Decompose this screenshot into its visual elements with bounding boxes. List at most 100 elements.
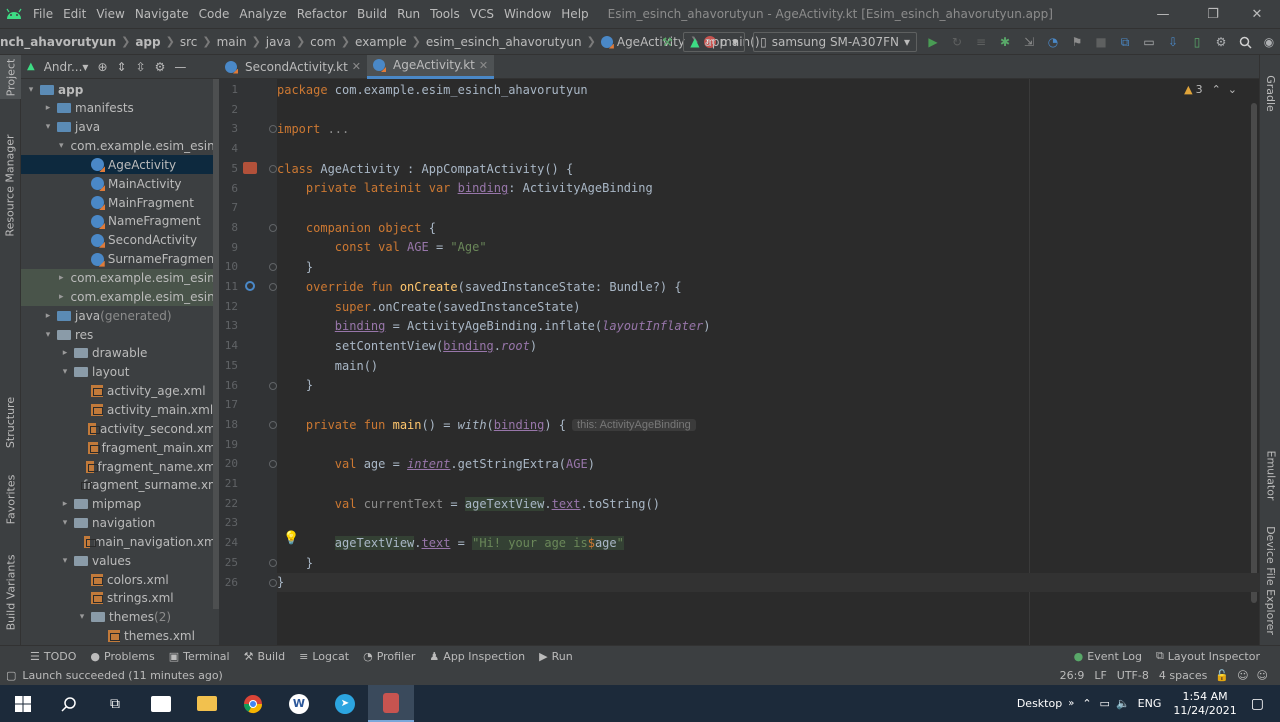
fold-marker-icon[interactable] xyxy=(269,578,277,587)
sync-project-icon[interactable]: ⧉ xyxy=(1114,31,1136,53)
tree-item[interactable]: ▾ layout xyxy=(21,363,219,382)
tree-item[interactable]: activity_age.xml xyxy=(21,382,219,401)
tree-item[interactable]: AgeActivity xyxy=(21,155,219,175)
chevron-right-icon[interactable]: ▸ xyxy=(59,499,71,509)
device-select[interactable]: ▯ samsung SM-A307FN ▾ xyxy=(753,32,917,52)
tool-app-inspection[interactable]: ♟ App Inspection xyxy=(429,650,525,663)
tree-item[interactable]: ▾ res xyxy=(21,325,219,344)
menu-view[interactable]: View xyxy=(91,7,129,21)
sdk-manager-icon[interactable]: ⇩ xyxy=(1162,31,1184,53)
avd-manager-icon[interactable]: ▭ xyxy=(1138,31,1160,53)
breadcrumb-main[interactable]: main xyxy=(217,35,247,49)
tool-layout-inspector[interactable]: ⧉ Layout Inspector xyxy=(1156,649,1260,663)
tree-item[interactable]: MainActivity xyxy=(21,174,219,193)
android-activity-gutter-icon[interactable] xyxy=(243,162,257,174)
tree-item[interactable]: NameFragment xyxy=(21,212,219,231)
project-view-select[interactable]: Andr...▾ xyxy=(44,60,89,74)
breadcrumb-project[interactable]: nch_ahavorutyun xyxy=(0,35,116,49)
chevron-down-icon[interactable]: ▾ xyxy=(59,556,71,566)
hide-icon[interactable]: — xyxy=(174,60,186,74)
chevron-right-icon[interactable]: ▸ xyxy=(59,348,71,358)
breadcrumb-example[interactable]: example xyxy=(355,35,407,49)
profile-icon[interactable]: ◔ xyxy=(1042,31,1064,53)
tree-item[interactable]: SecondActivity xyxy=(21,231,219,250)
tree-item[interactable]: ▸ com.example.esim_esinch xyxy=(21,268,219,288)
language-indicator[interactable]: ENG xyxy=(1138,697,1162,710)
menu-help[interactable]: Help xyxy=(556,7,593,21)
tree-item[interactable]: themes.xml xyxy=(21,627,219,645)
debug-icon[interactable]: ✱ xyxy=(994,31,1016,53)
locate-icon[interactable]: ⊕ xyxy=(97,60,107,74)
tab-gradle[interactable]: Gradle xyxy=(1260,63,1280,123)
fold-marker-icon[interactable] xyxy=(269,283,277,291)
chevron-down-icon[interactable]: ▾ xyxy=(25,85,37,95)
menu-run[interactable]: Run xyxy=(392,7,425,21)
start-button[interactable] xyxy=(0,685,46,722)
tree-item[interactable]: ▾ java xyxy=(21,118,219,137)
apply-code-changes-icon[interactable]: ≡ xyxy=(970,31,992,53)
menu-vcs[interactable]: VCS xyxy=(465,7,499,21)
tool-profiler[interactable]: ◔ Profiler xyxy=(363,650,415,663)
stop-icon[interactable]: ■ xyxy=(1090,31,1112,53)
breadcrumb-src[interactable]: src xyxy=(180,35,198,49)
attach-debugger-icon[interactable]: ⇲ xyxy=(1018,31,1040,53)
override-gutter-icon[interactable] xyxy=(245,281,255,291)
expand-all-icon[interactable]: ⇕ xyxy=(117,60,127,74)
tab-favorites[interactable]: Favorites xyxy=(0,469,21,529)
store-icon[interactable] xyxy=(138,685,184,722)
tree-item[interactable]: ▸ mipmap xyxy=(21,495,219,514)
tool-build[interactable]: ⚒ Build xyxy=(244,650,286,663)
tab-resource-manager[interactable]: Resource Manager xyxy=(0,130,21,240)
chrome-icon[interactable] xyxy=(230,685,276,722)
network-icon[interactable]: ▭ xyxy=(1100,697,1110,710)
chevron-down-icon[interactable]: ▾ xyxy=(59,141,64,151)
file-explorer-icon[interactable] xyxy=(184,685,230,722)
chevron-up-icon[interactable]: ⌃ xyxy=(1082,697,1091,710)
menu-code[interactable]: Code xyxy=(194,7,235,21)
tab-build-variants[interactable]: Build Variants xyxy=(0,547,21,637)
tree-item[interactable]: ▸ drawable xyxy=(21,344,219,363)
fold-marker-icon[interactable] xyxy=(269,164,277,173)
gear-icon[interactable]: ⚙ xyxy=(155,60,166,74)
fold-marker-icon[interactable] xyxy=(269,263,277,272)
menu-file[interactable]: File xyxy=(28,7,58,21)
line-separator[interactable]: LF xyxy=(1094,669,1106,682)
code-editor[interactable]: ▲ 3 ⌃ ⌄ 💡 package com.example.esim_esinch_a… xyxy=(277,79,1259,645)
menu-edit[interactable]: Edit xyxy=(58,7,91,21)
tab-second-activity[interactable]: SecondActivity.kt ✕ xyxy=(219,55,367,79)
tree-item[interactable]: ▸ com.example.esim_esinch xyxy=(21,287,219,307)
tree-item[interactable]: fragment_name.xml xyxy=(21,457,219,476)
telegram-icon[interactable]: ➤ xyxy=(322,685,368,722)
chevron-right-icon[interactable]: ▸ xyxy=(42,311,54,321)
menu-refactor[interactable]: Refactor xyxy=(292,7,352,21)
chevron-right-icon[interactable]: ▸ xyxy=(59,273,64,283)
file-encoding[interactable]: UTF-8 xyxy=(1117,669,1149,682)
tool-run[interactable]: ▶ Run xyxy=(539,650,573,663)
settings-icon[interactable]: ⚙ xyxy=(1210,31,1232,53)
breadcrumb-java[interactable]: java xyxy=(266,35,291,49)
face-icon[interactable]: ☺ xyxy=(1237,669,1248,682)
tree-item[interactable]: MainFragment xyxy=(21,193,219,212)
fold-marker-icon[interactable] xyxy=(269,460,277,469)
line-number-gutter[interactable]: 1 2 3 4 5 6 7 8 9 10 11 12 13 14 15 16 17 18 19 20 21 22 23 24 2… xyxy=(219,79,277,645)
volume-icon[interactable]: 🔈 xyxy=(1116,697,1130,710)
tab-structure[interactable]: Structure xyxy=(0,387,21,457)
close-tab-icon[interactable]: ✕ xyxy=(352,60,361,73)
android-studio-taskbar-icon[interactable] xyxy=(368,685,414,722)
desktop-toolbar-label[interactable]: Desktop xyxy=(1017,697,1062,710)
tree-item[interactable]: fragment_main.xml xyxy=(21,438,219,457)
desktop-toolbar-chevron[interactable]: » xyxy=(1068,698,1074,709)
tree-item[interactable]: strings.xml xyxy=(21,589,219,608)
breadcrumb-com[interactable]: com xyxy=(310,35,336,49)
tree-item[interactable]: ▾ app xyxy=(21,80,219,99)
chevron-down-icon[interactable]: ▾ xyxy=(42,122,54,132)
menu-tools[interactable]: Tools xyxy=(425,7,465,21)
tool-event-log[interactable]: ● Event Log xyxy=(1074,650,1142,663)
tree-item[interactable]: ▾ com.example.esim_esinch xyxy=(21,137,219,156)
feedback-icon[interactable]: ☺ xyxy=(1257,669,1268,682)
clock[interactable]: 1:54 AM 11/24/2021 xyxy=(1173,690,1236,718)
word-icon[interactable]: W xyxy=(276,685,322,722)
tree-item[interactable]: ▸ java (generated) xyxy=(21,306,219,325)
tool-terminal[interactable]: ▣ Terminal xyxy=(169,650,230,663)
restore-icon[interactable]: ❐ xyxy=(1190,0,1236,28)
